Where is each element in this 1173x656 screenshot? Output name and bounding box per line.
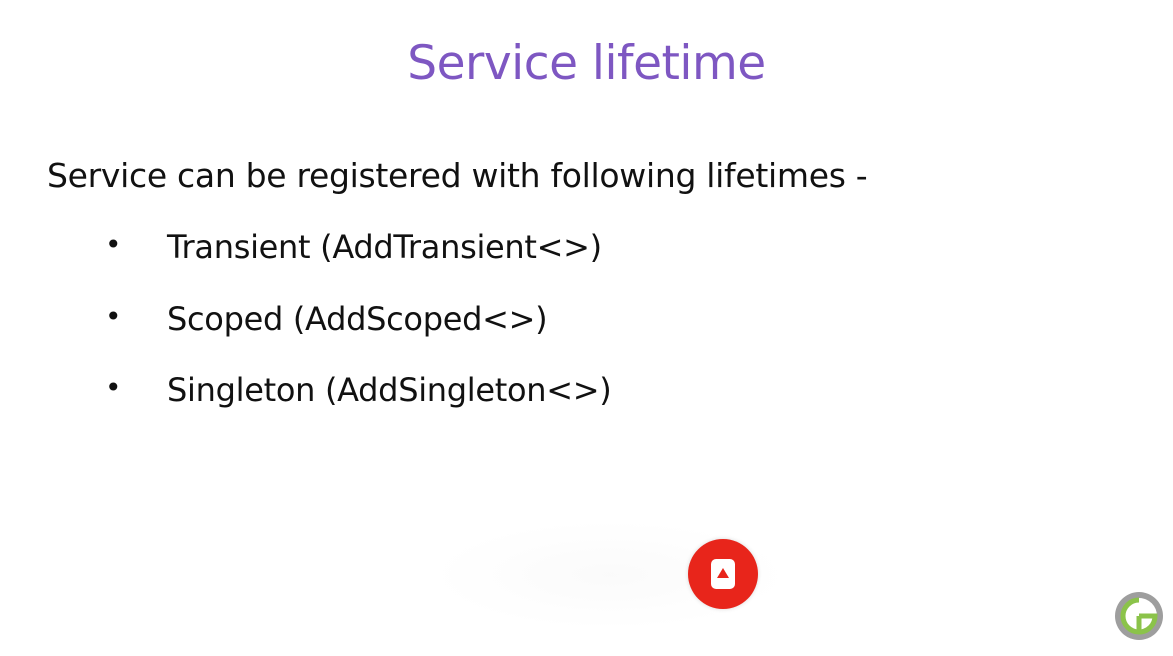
bullet-label: Transient (AddTransient<>) bbox=[167, 228, 602, 266]
slide: Service lifetime Service can be register… bbox=[0, 0, 1173, 656]
bullet-marker: • bbox=[105, 371, 122, 404]
bullet-marker: • bbox=[105, 299, 122, 333]
slide-title: Service lifetime bbox=[407, 36, 766, 91]
play-button-inner bbox=[711, 559, 735, 589]
bullet-label: Singleton (AddSingleton<>) bbox=[167, 371, 612, 409]
channel-logo-icon bbox=[1115, 592, 1163, 640]
bullet-marker: • bbox=[105, 228, 122, 261]
play-triangle-icon bbox=[717, 568, 729, 578]
bullet-label: Scoped (AddScoped<>) bbox=[167, 299, 548, 338]
play-button-icon[interactable] bbox=[688, 539, 758, 609]
slide-intro-text: Service can be registered with following… bbox=[47, 156, 868, 195]
